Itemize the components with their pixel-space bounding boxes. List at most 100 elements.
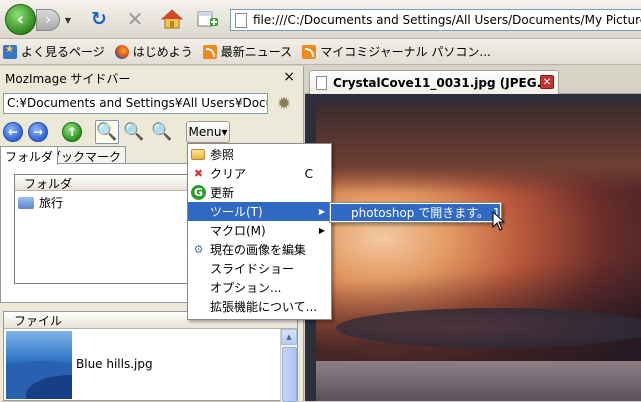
menu-item-accelerator: C — [304, 166, 313, 181]
menu-item-browse[interactable]: 参照 — [188, 145, 331, 164]
folder-label: 旅行 — [39, 196, 64, 210]
menu-item-label: 参照 — [210, 148, 235, 162]
bookmark-frequent-pages[interactable]: よく見るページ — [3, 43, 105, 60]
rss-icon — [202, 44, 217, 59]
home-button[interactable] — [160, 8, 184, 30]
settings-button[interactable]: ✹ — [273, 93, 295, 115]
folder-item[interactable]: 旅行 — [15, 191, 213, 211]
previous-button[interactable]: ← — [3, 122, 23, 142]
page-icon — [316, 75, 327, 90]
file-thumbnail — [6, 331, 72, 399]
tab-title: CrystalCove11_0031.jpg (JPEG... — [333, 75, 551, 90]
new-tab-icon — [197, 11, 218, 27]
file-panel: ファイル Blue hills.jpg ▲ — [3, 311, 298, 402]
zoom-in-icon: 🔍 — [123, 122, 145, 142]
navigation-toolbar: ‹ › ▼ ↻ ✕ file:///C:/Documents and Setti… — [0, 0, 641, 39]
sidebar-toolbar: ← → ↑ 🔍 🔍 🔍 Menu▾ — [0, 118, 304, 146]
tab-folder[interactable]: フォルダ — [0, 146, 59, 165]
forward-button[interactable]: › — [36, 9, 60, 31]
page-icon — [235, 12, 247, 28]
menu-item-refresh[interactable]: G 更新 — [188, 183, 331, 202]
menu-item-label: ツール(T) — [210, 205, 263, 219]
url-field[interactable]: file:///C:/Documents and Settings/All Us… — [230, 9, 641, 31]
scrollbar-thumb[interactable] — [282, 347, 297, 402]
tools-submenu: photoshop で開きます。 1 — [329, 202, 502, 223]
menu-item-label: 現在の画像を編集 — [210, 243, 307, 257]
sidebar-popup-menu: 参照 ✖ クリア C G 更新 ツール(T) ▶ マクロ(M) ▶ ⚙ 現在の画… — [187, 143, 332, 320]
chevron-down-icon: ▼ — [64, 15, 72, 25]
scroll-up-icon[interactable]: ▲ — [281, 329, 297, 345]
path-field[interactable]: C:¥Documents and Settings¥All Users¥Docu… — [3, 93, 268, 114]
reload-icon: ↻ — [91, 8, 107, 30]
menu-item-slideshow[interactable]: スライドショー — [188, 259, 331, 278]
menu-button[interactable]: Menu▾ — [186, 121, 230, 143]
bookmark-latest-news[interactable]: 最新ニュース — [202, 43, 293, 60]
up-folder-button[interactable]: ↑ — [62, 122, 82, 142]
zoom-out-icon: 🔍 — [151, 122, 173, 142]
menu-item-label: スライドショー — [210, 262, 295, 276]
menu-item-label: 拡張機能について... — [210, 300, 318, 314]
photo-clouds — [316, 103, 641, 193]
tab-bar: CrystalCove11_0031.jpg (JPEG... ✕ — [305, 66, 641, 94]
arrow-right-icon: → — [32, 125, 44, 139]
magnifier-icon: 🔍 — [96, 122, 118, 142]
submenu-item-photoshop[interactable]: photoshop で開きます。 1 — [331, 204, 501, 221]
zoom-out-button[interactable]: 🔍 — [150, 120, 174, 144]
refresh-icon: G — [191, 185, 206, 200]
file-name: Blue hills.jpg — [76, 357, 153, 371]
stop-icon: ✕ — [126, 7, 144, 31]
file-scrollbar[interactable]: ▲ — [280, 329, 297, 402]
file-item[interactable]: Blue hills.jpg — [4, 329, 297, 402]
close-icon: ✕ — [542, 76, 552, 88]
rss-icon — [302, 44, 317, 59]
folder-tree: フォルダ 旅行 — [14, 174, 214, 284]
tab-close-button[interactable]: ✕ — [540, 75, 554, 89]
sidebar-close-button[interactable]: × — [283, 69, 295, 85]
new-tab-button[interactable] — [196, 8, 220, 30]
menu-item-label: 更新 — [210, 186, 235, 200]
forward-arrow-icon: › — [45, 12, 51, 28]
back-button[interactable]: ‹ — [5, 4, 36, 35]
photo-clouds — [336, 308, 641, 348]
bookmark-mycom-journal[interactable]: マイコミジャーナル パソコン... — [302, 43, 491, 60]
sidebar-title: MozImage サイドバー — [5, 71, 131, 86]
folder-icon — [18, 196, 34, 209]
menu-item-clear[interactable]: ✖ クリア C — [188, 164, 331, 183]
folder-open-icon — [191, 149, 205, 160]
home-icon — [161, 9, 183, 29]
gear-icon: ✹ — [276, 94, 292, 114]
submenu-arrow-icon: ▶ — [318, 207, 325, 216]
bookmark-getting-started[interactable]: はじめよう — [114, 43, 193, 60]
menu-item-label: クリア — [210, 167, 247, 181]
clear-icon: ✖ — [193, 167, 204, 180]
zoom-in-button[interactable]: 🔍 — [122, 120, 146, 144]
menu-item-label: マクロ(M) — [210, 224, 266, 238]
submenu-arrow-icon: ▶ — [318, 226, 325, 235]
edit-gear-icon: ⚙ — [193, 243, 204, 256]
arrow-up-icon: ↑ — [66, 125, 78, 139]
reload-button[interactable]: ↻ — [88, 8, 110, 30]
menu-item-macro[interactable]: マクロ(M) ▶ — [188, 221, 331, 240]
next-button[interactable]: → — [28, 122, 48, 142]
menu-item-edit-image[interactable]: ⚙ 現在の画像を編集 — [188, 240, 331, 259]
displayed-photo — [316, 103, 641, 401]
bookmark-label: マイコミジャーナル パソコン... — [320, 45, 491, 59]
photo-sea — [316, 361, 641, 401]
bookmark-label: 最新ニュース — [220, 45, 293, 59]
bookmark-label: よく見るページ — [21, 45, 105, 59]
content-area — [305, 94, 641, 401]
mouse-cursor-icon — [492, 211, 505, 231]
folder-column-header: フォルダ — [15, 175, 213, 191]
menu-item-about[interactable]: 拡張機能について... — [188, 297, 331, 316]
tab-image[interactable]: CrystalCove11_0031.jpg (JPEG... ✕ — [309, 70, 559, 94]
history-dropdown-button[interactable]: ▼ — [62, 12, 74, 28]
zoom-fit-button[interactable]: 🔍 — [95, 120, 119, 144]
url-text: file:///C:/Documents and Settings/All Us… — [253, 13, 641, 27]
menu-item-label: オプション... — [210, 281, 282, 295]
back-arrow-icon: ‹ — [16, 9, 25, 30]
stop-button[interactable]: ✕ — [124, 7, 146, 31]
menu-item-tools[interactable]: ツール(T) ▶ — [188, 202, 331, 221]
submenu-item-label: photoshop で開きます。 1 — [351, 206, 501, 220]
menu-item-options[interactable]: オプション... — [188, 278, 331, 297]
arrow-left-icon: ← — [7, 125, 19, 139]
